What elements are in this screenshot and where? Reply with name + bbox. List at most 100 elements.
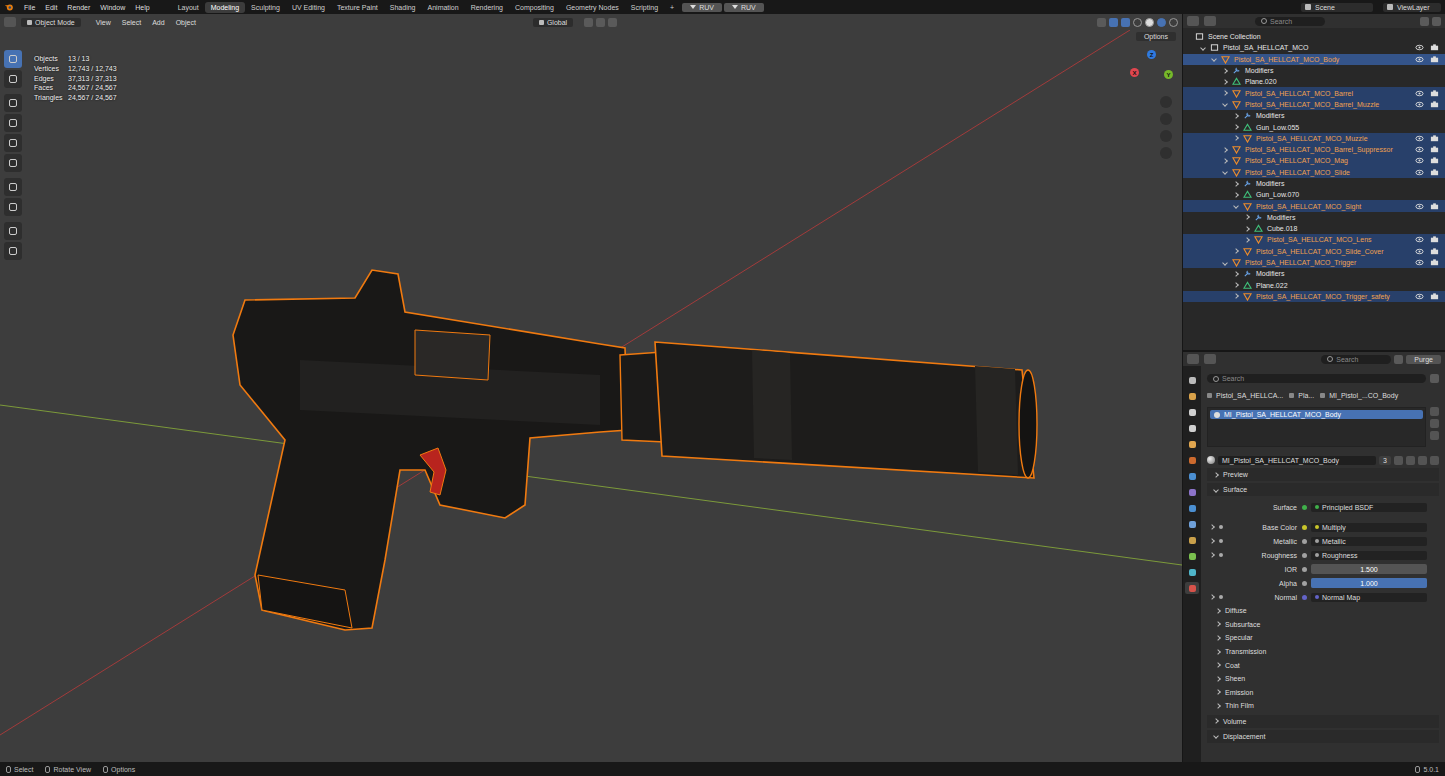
proportional-icon[interactable] <box>608 18 617 27</box>
disclosure-icon[interactable] <box>1233 124 1239 130</box>
filter-icon[interactable] <box>1430 456 1439 465</box>
camera-icon[interactable] <box>1430 247 1439 256</box>
disclosure-icon[interactable] <box>1233 248 1239 254</box>
scene-selector[interactable]: Scene <box>1301 3 1373 12</box>
outliner-row[interactable]: Modifiers <box>1183 268 1445 279</box>
properties-tab[interactable] <box>1185 486 1199 498</box>
disclosure-icon[interactable] <box>1233 135 1239 141</box>
rendered-shading-icon[interactable] <box>1169 18 1178 27</box>
camera-icon[interactable] <box>1430 100 1439 109</box>
disclosure-icon[interactable] <box>1233 181 1239 187</box>
panel-header[interactable]: Volume <box>1207 715 1439 728</box>
menu-item[interactable]: Help <box>131 4 153 11</box>
gizmo-axis[interactable]: X <box>1130 68 1139 77</box>
disclosure-icon[interactable] <box>1222 158 1228 164</box>
subpanel-header[interactable]: Subsurface <box>1207 618 1439 632</box>
properties-tab[interactable] <box>1185 470 1199 482</box>
display-mode-icon[interactable] <box>1204 16 1216 26</box>
eye-icon[interactable] <box>1415 55 1424 64</box>
eye-icon[interactable] <box>1415 168 1424 177</box>
disclosure-icon[interactable] <box>1209 594 1215 600</box>
disclosure-icon[interactable] <box>1200 45 1206 51</box>
properties-tab[interactable] <box>1185 422 1199 434</box>
outliner-row[interactable]: Pistol_SA_HELLCAT_MCO_Slide <box>1183 167 1445 178</box>
disclosure-icon[interactable] <box>1233 113 1239 119</box>
disclosure-icon[interactable] <box>1233 192 1239 198</box>
outliner-row[interactable]: Modifiers <box>1183 212 1445 223</box>
linked-node-field[interactable]: Multiply <box>1311 523 1427 532</box>
slot-menu-icon[interactable] <box>1430 431 1439 440</box>
workspace-tab[interactable]: Shading <box>384 2 422 13</box>
viewport-canvas[interactable]: Objects13 / 13Vertices12,743 / 12,743Edg… <box>0 30 1182 762</box>
disclosure-icon[interactable] <box>1233 282 1239 288</box>
grid-view-icon[interactable] <box>1160 147 1172 159</box>
data-api-icon[interactable] <box>1204 354 1216 364</box>
gizmo-toggle-icon[interactable] <box>1109 18 1118 27</box>
menu-item[interactable]: Render <box>63 4 94 11</box>
camera-icon[interactable] <box>1430 134 1439 143</box>
filter-icon[interactable] <box>1394 355 1403 364</box>
ruv-button[interactable]: RUV <box>724 3 764 12</box>
disclosure-icon[interactable] <box>1233 294 1239 300</box>
eye-icon[interactable] <box>1415 89 1424 98</box>
overlay-toggle-icon[interactable] <box>1121 18 1130 27</box>
camera-icon[interactable] <box>1430 258 1439 267</box>
disclosure-icon[interactable] <box>1222 147 1228 153</box>
properties-tab[interactable] <box>1185 374 1199 386</box>
visibility-icon[interactable] <box>1097 18 1106 27</box>
subpanel-header[interactable]: Specular <box>1207 631 1439 645</box>
disclosure-icon[interactable] <box>1222 68 1228 74</box>
value-slider[interactable]: 1.500 <box>1311 564 1427 574</box>
disclosure-icon[interactable] <box>1233 271 1239 277</box>
properties-tab[interactable] <box>1185 502 1199 514</box>
add-cube-tool-icon[interactable] <box>4 222 22 240</box>
properties-tab[interactable] <box>1185 454 1199 466</box>
socket-icon[interactable] <box>1302 525 1307 530</box>
camera-icon[interactable] <box>1430 43 1439 52</box>
outliner-row[interactable]: Plane.022 <box>1183 280 1445 291</box>
subpanel-header[interactable]: Coat <box>1207 658 1439 672</box>
eye-icon[interactable] <box>1415 145 1424 154</box>
outliner-row[interactable]: Pistol_SA_HELLCAT_MCO_Barrel <box>1183 87 1445 98</box>
outliner-row[interactable]: Plane.020 <box>1183 76 1445 87</box>
properties-tab[interactable] <box>1185 550 1199 562</box>
eye-icon[interactable] <box>1415 43 1424 52</box>
orientation-dropdown[interactable]: Global <box>533 18 573 27</box>
outliner-row[interactable]: Pistol_SA_HELLCAT_MCO_Trigger_safety <box>1183 291 1445 302</box>
socket-icon[interactable] <box>1302 595 1307 600</box>
outliner-row[interactable]: Pistol_SA_HELLCAT_MCO <box>1183 42 1445 53</box>
disclosure-icon[interactable] <box>1211 56 1217 62</box>
linked-node-field[interactable]: Roughness <box>1311 551 1427 560</box>
socket-icon[interactable] <box>1302 567 1307 572</box>
camera-view-icon[interactable] <box>1160 130 1172 142</box>
scale-tool-icon[interactable] <box>4 134 22 152</box>
eye-icon[interactable] <box>1415 202 1424 211</box>
panel-header[interactable]: Preview <box>1207 468 1439 481</box>
workspace-tab[interactable]: UV Editing <box>286 2 331 13</box>
panel-header[interactable]: Displacement <box>1207 730 1439 743</box>
outliner-row[interactable]: Gun_Low.055 <box>1183 121 1445 132</box>
eye-icon[interactable] <box>1415 156 1424 165</box>
disclosure-icon[interactable] <box>1222 90 1228 96</box>
wireframe-shading-icon[interactable] <box>1133 18 1142 27</box>
camera-icon[interactable] <box>1430 145 1439 154</box>
editor-type-icon[interactable] <box>1187 354 1199 364</box>
workspace-tab[interactable]: Rendering <box>465 2 509 13</box>
camera-icon[interactable] <box>1430 235 1439 244</box>
properties-tab[interactable] <box>1185 390 1199 402</box>
properties-search[interactable]: Search <box>1207 374 1426 383</box>
workspace-tab[interactable]: Modeling <box>205 2 245 13</box>
rotate-tool-icon[interactable] <box>4 114 22 132</box>
add-slot-icon[interactable] <box>1430 407 1439 416</box>
camera-icon[interactable] <box>1430 156 1439 165</box>
properties-tab[interactable] <box>1185 582 1199 594</box>
outliner-row[interactable]: Pistol_SA_HELLCAT_MCO_Trigger <box>1183 257 1445 268</box>
zoom-icon[interactable] <box>1160 96 1172 108</box>
material-sphere-icon[interactable] <box>1207 456 1215 464</box>
outliner-row[interactable]: Modifiers <box>1183 110 1445 121</box>
gizmo-axis[interactable]: Z <box>1147 50 1156 59</box>
workspace-tab[interactable]: Sculpting <box>245 2 286 13</box>
subpanel-header[interactable]: Diffuse <box>1207 604 1439 618</box>
measure-tool-icon[interactable] <box>4 198 22 216</box>
duplicate-icon[interactable] <box>1406 456 1415 465</box>
